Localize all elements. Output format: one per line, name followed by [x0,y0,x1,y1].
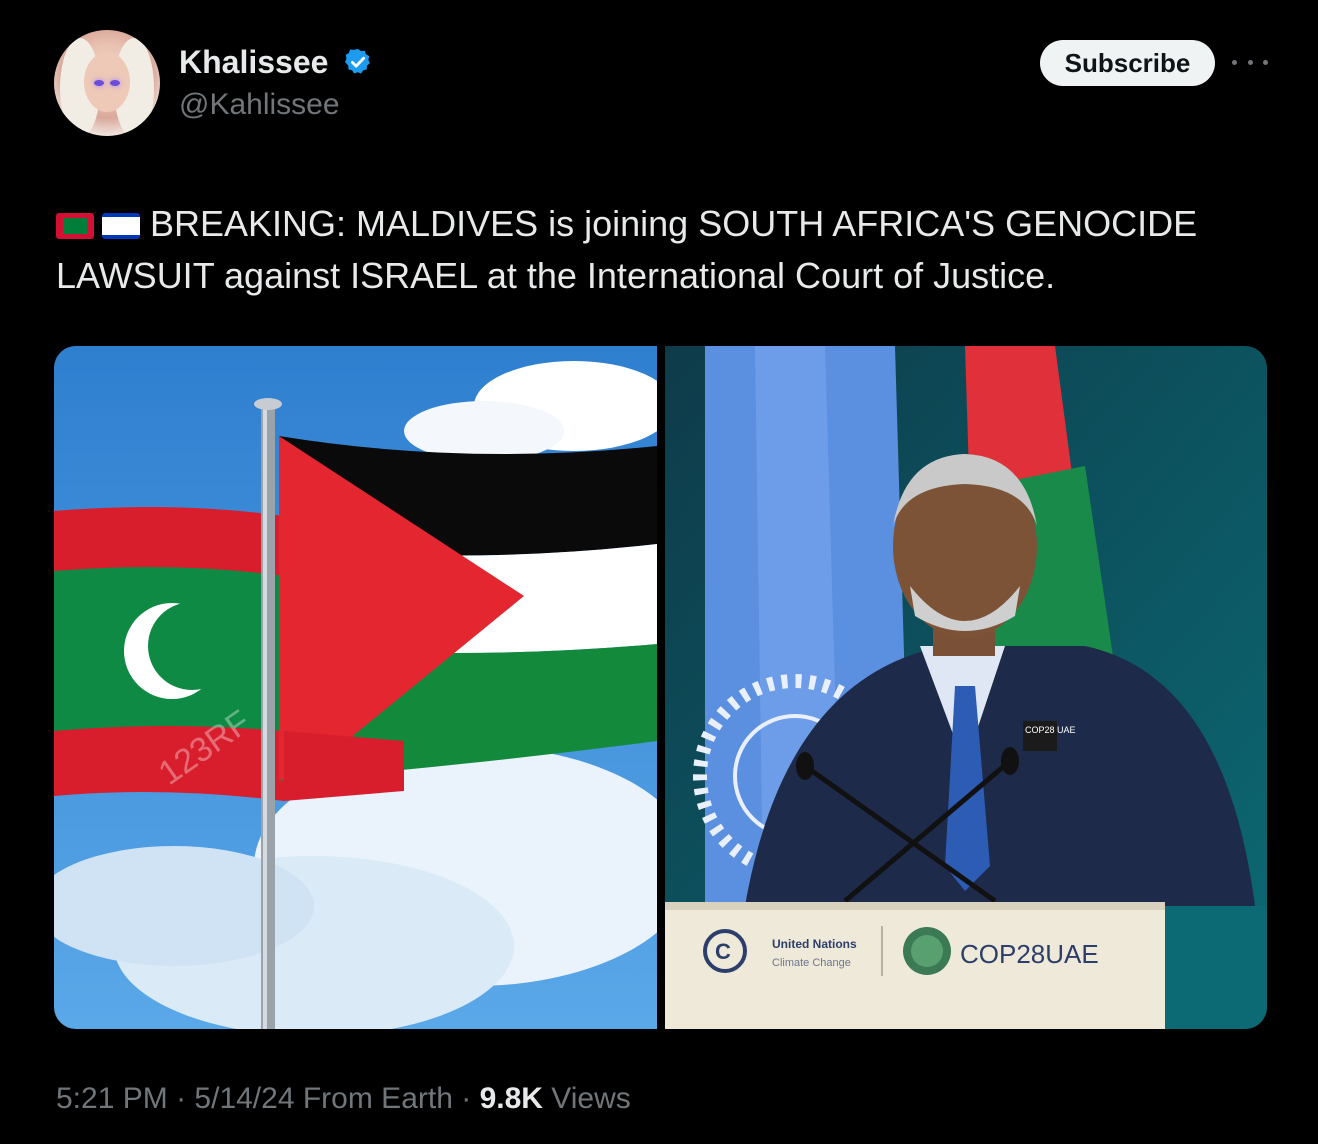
israel-flag-icon [102,213,140,239]
tweet-date[interactable]: 5/14/24 [194,1082,294,1115]
uncc-line1: United Nations [772,937,857,951]
uncc-line2: Climate Change [772,957,851,969]
maldives-flag-icon [56,213,94,239]
display-name[interactable]: Khalissee [179,44,328,81]
cop28-logo-text: COP28UAE [960,939,1099,969]
dot [1232,59,1237,65]
tweet-meta: 5:21 PM · 5/14/24 From Earth · 9.8K View… [56,1082,631,1116]
tweet-media[interactable]: 123RF COP28 UAE C United Nations Climate… [54,346,1267,1029]
avatar-eye [110,80,120,86]
dot [1247,59,1253,65]
lapel-badge: COP28 UAE [1025,725,1076,735]
user-handle[interactable]: @Kahlissee [179,88,340,122]
tweet-source: From Earth [302,1082,453,1115]
more-options-icon[interactable] [1232,50,1268,74]
avatar[interactable] [54,30,160,136]
verified-badge-icon[interactable] [343,47,373,77]
avatar-face [84,52,130,112]
svg-text:C: C [715,939,731,964]
flags-image[interactable]: 123RF [54,346,657,1029]
dot [1263,59,1268,65]
separator: · [176,1082,187,1115]
subscribe-button[interactable]: Subscribe [1040,40,1215,86]
avatar-eye [94,80,104,86]
speaker-image[interactable]: COP28 UAE C United Nations Climate Chang… [665,346,1267,1029]
views-count[interactable]: 9.8K [480,1082,543,1115]
tweet-body: BREAKING: MALDIVES is joining SOUTH AFRI… [56,203,1198,296]
tweet-time[interactable]: 5:21 PM [56,1082,168,1115]
tweet-text: BREAKING: MALDIVES is joining SOUTH AFRI… [56,198,1266,302]
separator: · [461,1082,472,1115]
views-label: Views [551,1082,631,1115]
